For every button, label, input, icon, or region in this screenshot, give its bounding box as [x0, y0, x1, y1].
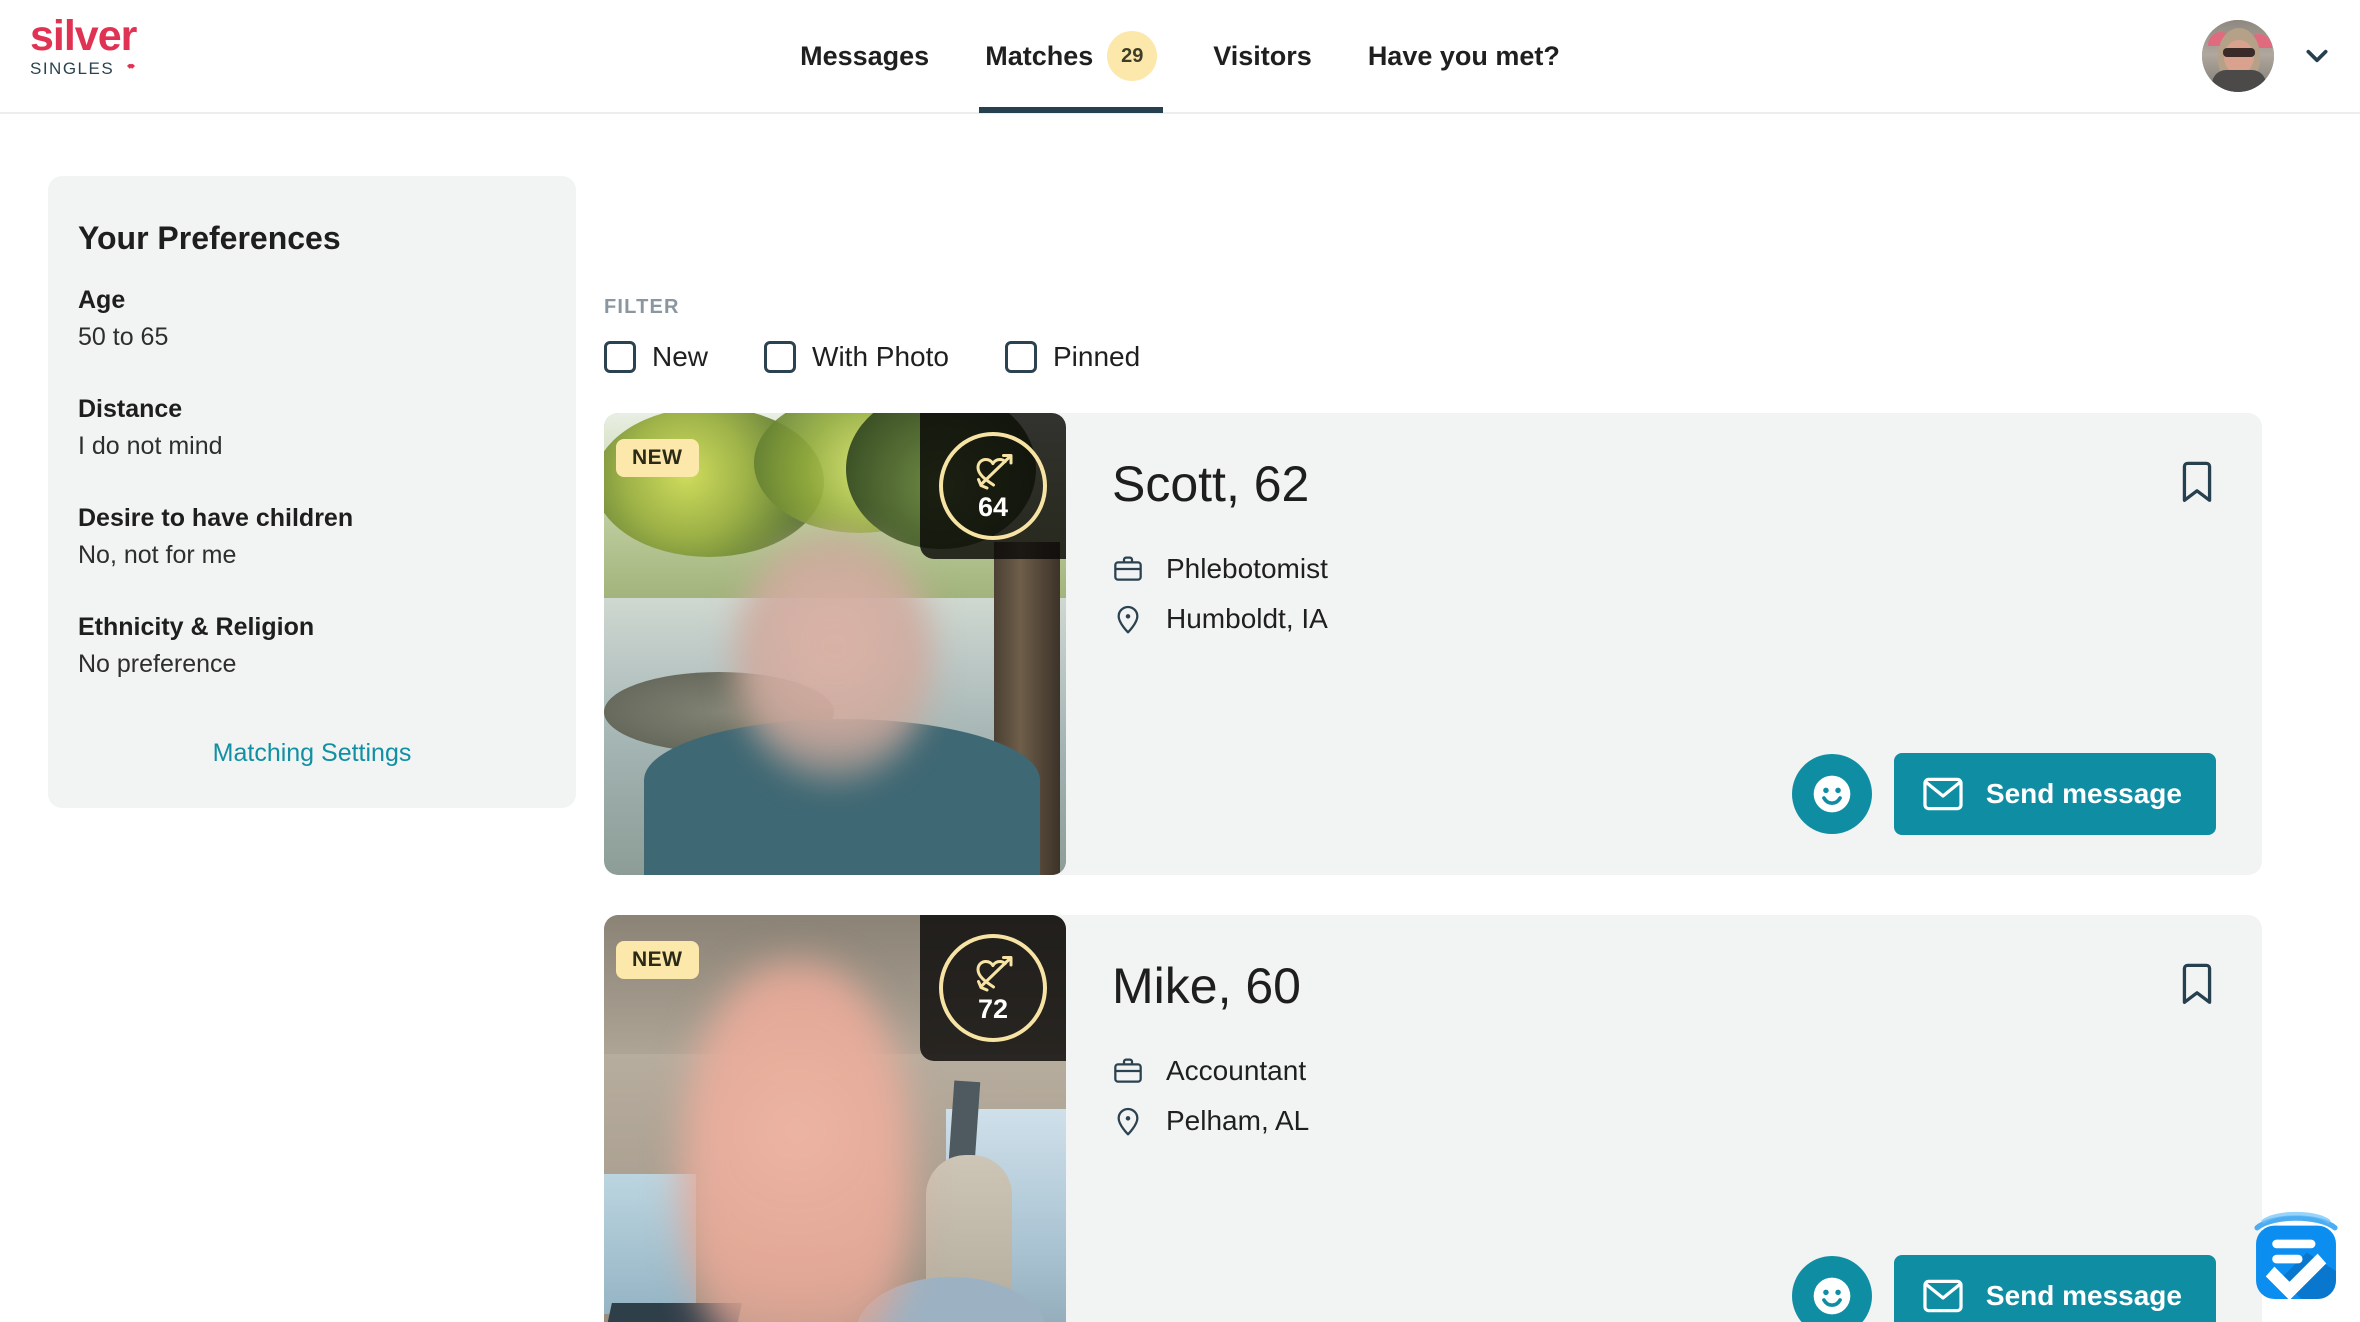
match-location: Humboldt, IA — [1166, 603, 1328, 634]
smiley-icon — [1813, 1277, 1851, 1315]
match-occupation: Phlebotomist — [1166, 553, 1328, 584]
match-occupation-row: Accountant — [1112, 1055, 2216, 1087]
match-photo[interactable]: NEW 64 — [604, 413, 1066, 875]
matches-count-badge: 29 — [1107, 31, 1158, 81]
briefcase-icon — [1114, 556, 1142, 581]
feedback-widget-button[interactable] — [2242, 1204, 2350, 1312]
nav-label-matches: Matches — [985, 40, 1094, 71]
bookmark-icon[interactable] — [2178, 461, 2216, 505]
filter-with-photo[interactable]: With Photo — [764, 341, 949, 373]
match-card[interactable]: NEW 72 Mike, 60 Accountant Pelham, AL Se… — [604, 915, 2262, 1322]
preference-label: Desire to have children — [78, 504, 354, 532]
smile-button[interactable] — [1791, 1256, 1872, 1322]
filter-label-pinned: Pinned — [1052, 341, 1141, 372]
match-photo[interactable]: NEW 72 — [604, 915, 1066, 1322]
match-location: Pelham, AL — [1166, 1105, 1310, 1136]
new-badge: NEW — [616, 439, 699, 477]
preference-ethnicity-religion: Ethnicity & Religion No preference — [78, 610, 546, 681]
filter-label-new: New — [652, 341, 709, 372]
match-score-value: 72 — [977, 994, 1009, 1024]
nav-label-messages: Messages — [800, 40, 930, 71]
envelope-icon — [1923, 777, 1963, 811]
checkbox-pinned[interactable] — [1004, 341, 1037, 373]
preferences-title: Your Preferences — [78, 220, 341, 256]
match-score-badge: 72 — [920, 915, 1066, 1061]
match-occupation: Accountant — [1166, 1055, 1307, 1086]
preference-distance: Distance I do not mind — [78, 392, 546, 463]
match-occupation-row: Phlebotomist — [1112, 553, 2216, 585]
match-score-value: 64 — [977, 492, 1009, 522]
match-name-age: Mike, 60 — [1112, 958, 1301, 1014]
preference-value: I do not mind — [78, 432, 223, 460]
send-message-button[interactable]: Send message — [1893, 753, 2216, 835]
account-menu[interactable] — [2202, 20, 2330, 92]
briefcase-icon — [1114, 1058, 1142, 1083]
nav-item-visitors[interactable]: Visitors — [1185, 0, 1340, 113]
form-checklist-icon[interactable] — [2242, 1204, 2350, 1312]
match-location-row: Pelham, AL — [1112, 1105, 2216, 1137]
new-badge: NEW — [616, 941, 699, 979]
smiley-icon — [1813, 775, 1851, 813]
map-pin-icon — [1117, 1107, 1139, 1136]
filter-new[interactable]: New — [604, 341, 708, 373]
envelope-icon — [1923, 1279, 1963, 1313]
preference-label: Distance — [78, 395, 183, 423]
send-message-label: Send message — [1985, 1280, 2182, 1311]
preference-value: No, not for me — [78, 541, 237, 569]
chevron-down-icon[interactable] — [2304, 43, 2330, 69]
preference-value: 50 to 65 — [78, 323, 169, 351]
preference-age: Age 50 to 65 — [78, 283, 546, 354]
heart-arrow-icon — [976, 454, 1013, 490]
bookmark-icon[interactable] — [2178, 963, 2216, 1007]
match-name-age: Scott, 62 — [1112, 456, 1310, 512]
preference-children: Desire to have children No, not for me — [78, 501, 546, 572]
matches-column: FILTER New With Photo Pinned NEW 64 Scot… — [604, 114, 2264, 1322]
avatar[interactable] — [2202, 20, 2274, 92]
match-details: Mike, 60 Accountant Pelham, AL Send mess… — [1066, 915, 2262, 1322]
preference-value: No preference — [78, 650, 237, 678]
match-details: Scott, 62 Phlebotomist Humboldt, IA Send… — [1066, 413, 2262, 875]
send-message-button[interactable]: Send message — [1893, 1255, 2216, 1322]
match-score-badge: 64 — [920, 413, 1066, 559]
match-actions: Send message — [1791, 1255, 2216, 1322]
bookmark-button[interactable] — [2178, 461, 2216, 510]
nav-item-matches[interactable]: Matches 29 — [957, 0, 1185, 113]
heart-arrow-icon — [976, 956, 1013, 992]
filter-pinned[interactable]: Pinned — [1004, 341, 1141, 373]
preference-label: Ethnicity & Religion — [78, 613, 315, 641]
checkbox-new[interactable] — [604, 341, 636, 373]
checkbox-with-photo[interactable] — [764, 341, 797, 373]
send-message-label: Send message — [1985, 778, 2182, 809]
smile-button[interactable] — [1791, 754, 1872, 834]
preference-label: Age — [78, 286, 126, 314]
app-header: silver SINGLES Messages Matches 29 Visit… — [0, 0, 2360, 114]
filter-heading: FILTER — [604, 296, 680, 318]
map-pin-icon — [1117, 605, 1139, 634]
page-body: Your Preferences Age 50 to 65 Distance I… — [0, 114, 2360, 1322]
preferences-panel: Your Preferences Age 50 to 65 Distance I… — [48, 176, 576, 808]
nav-label-have-you-met: Have you met? — [1367, 40, 1560, 71]
match-actions: Send message — [1791, 753, 2216, 835]
filter-options: New With Photo Pinned — [604, 341, 2264, 373]
matching-settings-link[interactable]: Matching Settings — [78, 739, 546, 768]
main-nav: Messages Matches 29 Visitors Have you me… — [0, 0, 2360, 113]
nav-item-have-you-met[interactable]: Have you met? — [1340, 0, 1588, 113]
bookmark-button[interactable] — [2178, 963, 2216, 1012]
match-location-row: Humboldt, IA — [1112, 603, 2216, 635]
filter-label-with-photo: With Photo — [812, 341, 949, 372]
nav-label-visitors: Visitors — [1213, 40, 1312, 71]
match-card[interactable]: NEW 64 Scott, 62 Phlebotomist Humboldt, … — [604, 413, 2262, 875]
nav-item-messages[interactable]: Messages — [772, 0, 957, 113]
